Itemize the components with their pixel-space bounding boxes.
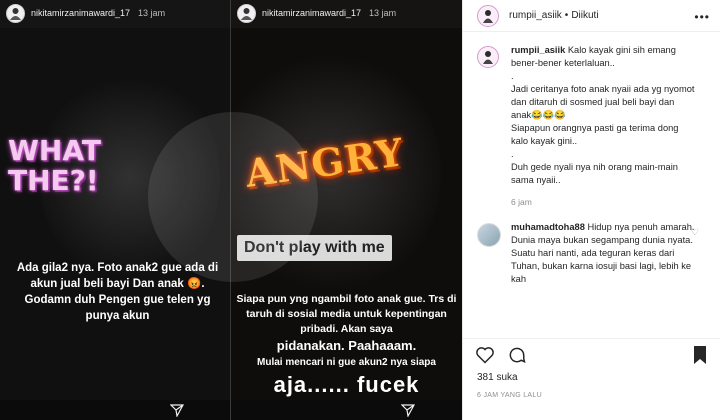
caption-avatar[interactable]: [477, 46, 499, 68]
post-header: rumpii_asiik • Diikuti •••: [463, 0, 720, 32]
heart-icon[interactable]: [475, 345, 495, 365]
story-2-line-2: pidanakan. Paahaaam.: [276, 338, 417, 353]
comment-username[interactable]: muhamadtoha88: [511, 222, 585, 232]
caption-paragraph-2: Siapapun orangnya pasti ga terima dong k…: [511, 123, 679, 146]
story-1-username[interactable]: nikitamirzanimawardi_17: [31, 8, 130, 18]
post-panel: rumpii_asiik • Diikuti ••• rumpii_asiik …: [462, 0, 720, 420]
likes-count[interactable]: 381 suka: [477, 372, 518, 383]
story-2-line-4: aja...... fucek: [273, 372, 420, 397]
caption-username[interactable]: rumpii_asiik: [511, 45, 565, 55]
post-username[interactable]: rumpii_asiik: [509, 10, 562, 21]
bookmark-icon[interactable]: [691, 345, 709, 365]
story-1-footer: [0, 400, 231, 420]
comment-icon[interactable]: [507, 345, 527, 365]
caption-comment: rumpii_asiik Kalo kayak gini sih emang b…: [463, 44, 720, 207]
send-icon[interactable]: [401, 403, 415, 417]
watermark-logo: [148, 112, 318, 282]
story-2-line-3: Mulai mencari ni gue akun2 nya siapa: [257, 357, 436, 368]
post-avatar[interactable]: [477, 4, 499, 27]
caption-paragraph-3: Duh gede nyali nya nih orang main-main s…: [511, 162, 678, 185]
caption-dot-1: .: [511, 71, 514, 81]
comment-item: muhamadtoha88 Hidup nya penuh amarah. Du…: [463, 221, 720, 286]
comment-like-icon[interactable]: ♡: [691, 227, 699, 238]
follow-status[interactable]: Diikuti: [571, 10, 598, 21]
caption-dot-2: .: [511, 149, 514, 159]
story-1-avatar[interactable]: [6, 3, 25, 23]
story-1-time: 13 jam: [138, 8, 166, 18]
story-2-avatar[interactable]: [237, 3, 256, 23]
separator-dot: •: [564, 10, 569, 21]
story-2-caption: Siapa pun yng ngambil foto anak gue. Trs…: [231, 292, 462, 400]
story-2-line-1: Siapa pun yng ngambil foto anak gue. Trs…: [236, 293, 457, 335]
story-2-username[interactable]: nikitamirzanimawardi_17: [262, 8, 361, 18]
commenter-avatar[interactable]: [477, 223, 501, 247]
story-2-footer: [231, 400, 462, 420]
story-1-header: nikitamirzanimawardi_17 13 jam: [6, 3, 165, 23]
what-the-sticker: WHAT THE?!: [8, 134, 101, 197]
comments-section[interactable]: rumpii_asiik Kalo kayak gini sih emang b…: [463, 44, 720, 336]
comment-body: muhamadtoha88 Hidup nya penuh amarah. Du…: [511, 221, 695, 286]
more-icon[interactable]: •••: [694, 10, 710, 24]
caption-body: rumpii_asiik Kalo kayak gini sih emang b…: [511, 44, 695, 187]
post-timestamp: 6 JAM YANG LALU: [477, 392, 542, 399]
send-icon[interactable]: [170, 403, 184, 417]
stories-panel: WHAT THE?! Ada gila2 nya. Foto anak2 gue…: [0, 0, 462, 420]
caption-time: 6 jam: [511, 197, 532, 207]
caption-paragraph-1: Jadi ceritanya foto anak nyaii ada yg ny…: [511, 84, 695, 120]
story-2-time: 13 jam: [369, 8, 397, 18]
story-2-header: nikitamirzanimawardi_17 13 jam: [237, 3, 396, 23]
action-bar: [463, 338, 720, 370]
